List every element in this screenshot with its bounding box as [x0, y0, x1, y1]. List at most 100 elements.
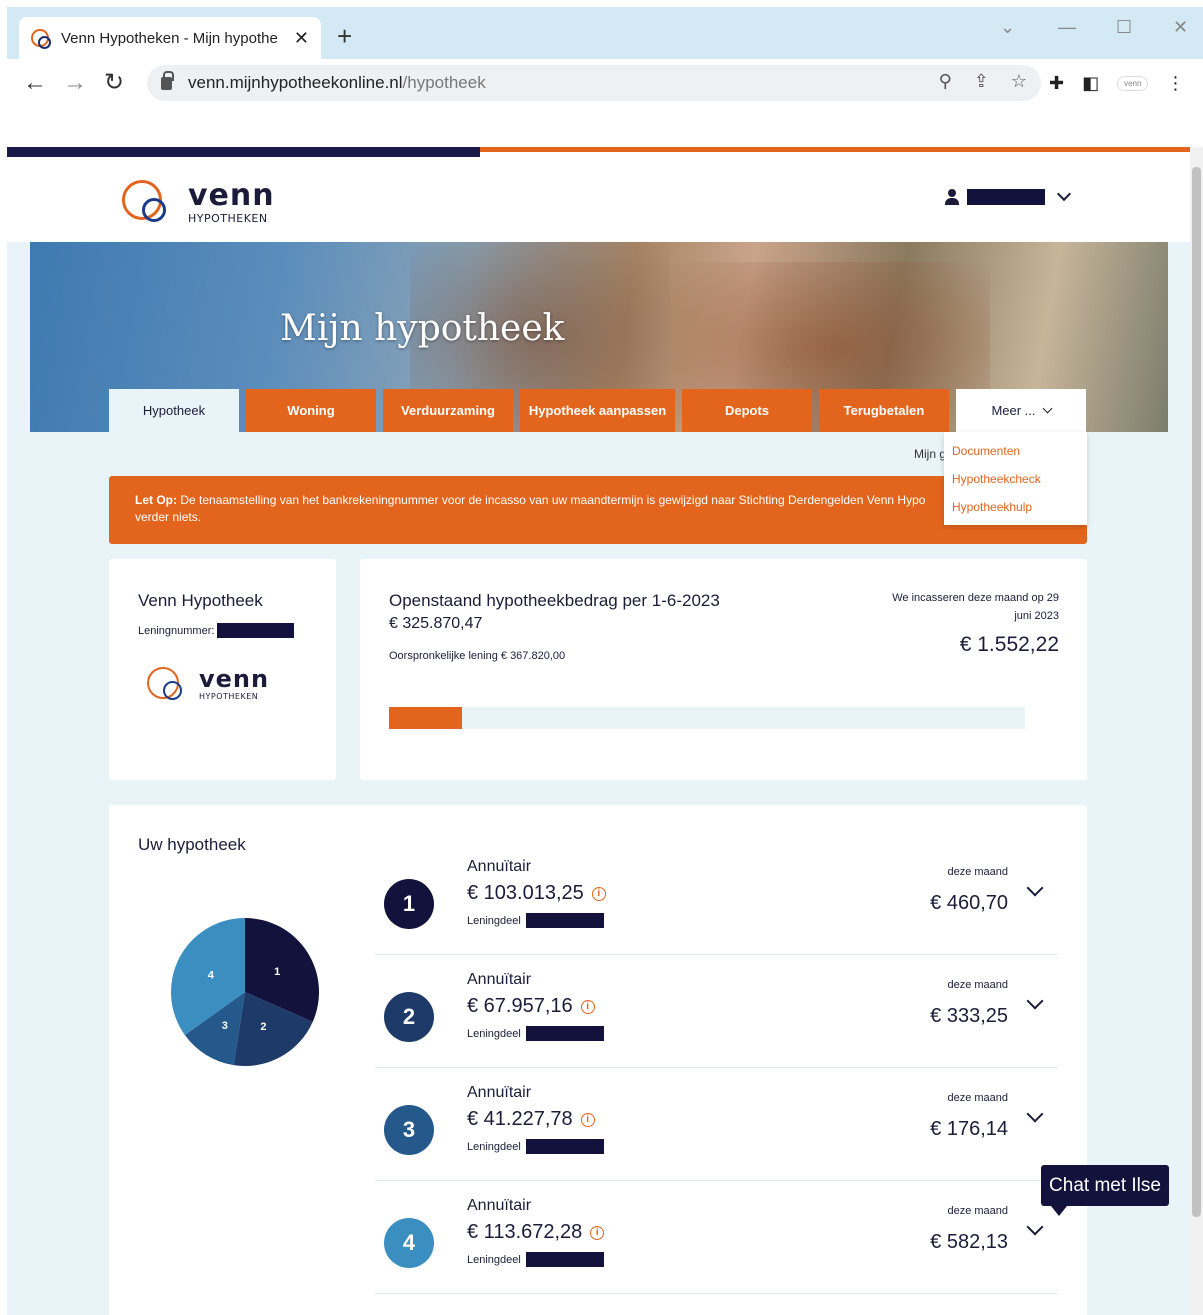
bookmark-star-icon[interactable]: ☆: [1011, 71, 1027, 92]
loan-part-type: Annuïtair: [467, 1084, 532, 1101]
chevron-down-icon[interactable]: [1026, 1218, 1044, 1236]
address-bar[interactable]: venn.mijnhypotheekonline.nl/hypotheek ⚲ …: [147, 65, 1041, 101]
month-label: deze maand: [947, 866, 1008, 878]
browser-menu-icon[interactable]: ⋮: [1166, 73, 1184, 94]
tab-hypotheek[interactable]: Hypotheek: [109, 389, 239, 432]
monthly-amount: € 1.552,22: [959, 633, 1059, 656]
share-icon[interactable]: ⇪: [974, 71, 989, 92]
loan-part-amount: € 103.013,25: [467, 882, 584, 904]
month-amount: € 460,70: [930, 892, 1008, 914]
info-icon[interactable]: i: [580, 999, 595, 1014]
loan-number-label: Leningnummer:: [138, 624, 215, 637]
logo-word: venn: [188, 177, 275, 213]
menu-item-documenten[interactable]: Documenten: [944, 444, 1087, 472]
lock-icon: [161, 70, 174, 90]
info-icon[interactable]: i: [591, 886, 606, 901]
loan-part-type: Annuïtair: [467, 1197, 532, 1214]
pie-label-3: 3: [222, 1020, 228, 1032]
tab-depots[interactable]: Depots: [682, 389, 812, 432]
repayment-progress-fill: [389, 707, 462, 729]
lender-card: Venn Hypotheek Leningnummer: venn HYPOTH…: [109, 559, 336, 780]
loan-part-number: 3: [384, 1105, 434, 1155]
breadcrumb[interactable]: Mijn g: [914, 447, 946, 461]
mortgage-card: Uw hypotheek 1 2 3 4 1 Annuïtair € 103.013,25…: [109, 805, 1087, 1315]
maximize-icon[interactable]: ☐: [1116, 17, 1132, 38]
tab-meer[interactable]: Meer ...: [956, 389, 1086, 432]
loan-part-type: Annuïtair: [467, 971, 532, 988]
user-menu[interactable]: [945, 186, 1072, 205]
main-nav: Hypotheek Woning Verduurzaming Hypotheek…: [109, 389, 1093, 432]
tab-woning[interactable]: Woning: [246, 389, 376, 432]
zoom-icon[interactable]: ⚲: [939, 71, 952, 92]
month-amount: € 333,25: [930, 1005, 1008, 1027]
minimize-icon[interactable]: —: [1058, 17, 1076, 38]
menu-item-hypotheekcheck[interactable]: Hypotheekcheck: [944, 472, 1087, 500]
chevron-down-icon[interactable]: [1026, 879, 1044, 897]
extensions-icon[interactable]: ✚: [1049, 73, 1064, 94]
new-tab-button[interactable]: +: [337, 23, 352, 49]
site-header: venn HYPOTHEKEN: [7, 157, 1190, 242]
loan-part-label-wrap: Leningdeel: [467, 913, 604, 928]
loan-part-type: Annuïtair: [467, 858, 532, 875]
chevron-down-icon[interactable]: [1026, 992, 1044, 1010]
reload-icon[interactable]: ↻: [104, 71, 124, 95]
loan-part-row[interactable]: 2 Annuïtair € 67.957,16 i Leningdeel deze maa…: [375, 955, 1058, 1068]
loan-part-row[interactable]: 3 Annuïtair € 41.227,78 i Leningdeel deze maa…: [375, 1068, 1058, 1181]
loan-parts-pie-chart: 1 2 3 4: [171, 918, 319, 1066]
chat-button[interactable]: Chat met Ilse: [1041, 1165, 1169, 1216]
loan-part-label-wrap: Leningdeel: [467, 1139, 604, 1154]
chevron-down-icon[interactable]: [1056, 186, 1072, 202]
user-name-redacted: [967, 189, 1045, 205]
user-icon: [945, 189, 959, 205]
tab-title: Venn Hypotheken - Mijn hypothe: [61, 29, 278, 47]
window-close-icon[interactable]: ✕: [1173, 17, 1188, 38]
page: venn HYPOTHEKEN Mijn hypotheek Hypotheek…: [7, 157, 1190, 1315]
loan-part-amount-wrap: € 113.672,28 i: [467, 1221, 605, 1244]
browser-tabstrip: Venn Hypotheken - Mijn hypothe ✕ + ⌄ — ☐…: [7, 7, 1203, 59]
back-icon[interactable]: ←: [23, 71, 47, 95]
loan-part-id-redacted: [525, 1139, 604, 1154]
loan-part-id-redacted: [525, 1026, 604, 1041]
pie-label-2: 2: [260, 1021, 266, 1033]
loan-part-number: 4: [384, 1218, 434, 1268]
close-tab-icon[interactable]: ✕: [294, 28, 309, 49]
chevron-down-icon: [1042, 403, 1052, 414]
url-path: /hypotheek: [402, 73, 486, 92]
scrollbar[interactable]: [1190, 147, 1203, 1315]
meer-dropdown: Documenten Hypotheekcheck Hypotheekhulp: [944, 432, 1087, 525]
loan-part-amount-wrap: € 103.013,25 i: [467, 882, 606, 905]
venn-logo[interactable]: venn HYPOTHEKEN: [122, 178, 275, 226]
pie-label-1: 1: [274, 966, 280, 978]
loan-part-amount-wrap: € 41.227,78 i: [467, 1108, 595, 1131]
collection-date-line-1: We incasseren deze maand op 29: [892, 592, 1059, 604]
loan-number-redacted: [217, 623, 295, 638]
lender-logo: venn HYPOTHEKEN: [147, 665, 269, 703]
tab-terugbetalen[interactable]: Terugbetalen: [819, 389, 949, 432]
pie-label-4: 4: [208, 969, 215, 981]
sidepanel-icon[interactable]: ◧: [1082, 73, 1099, 94]
loan-part-label: Leningdeel: [467, 1253, 521, 1266]
tab-verduurzaming[interactable]: Verduurzaming: [383, 389, 513, 432]
tab-hypotheek-aanpassen[interactable]: Hypotheek aanpassen: [520, 389, 675, 432]
info-icon[interactable]: i: [590, 1225, 605, 1240]
loan-part-amount: € 67.957,16: [467, 995, 573, 1017]
tab-search-icon[interactable]: ⌄: [1000, 17, 1015, 38]
chevron-down-icon[interactable]: [1026, 1105, 1044, 1123]
loan-part-label-wrap: Leningdeel: [467, 1026, 604, 1041]
month-label: deze maand: [947, 1092, 1008, 1104]
loan-part-label: Leningdeel: [467, 1140, 521, 1153]
forward-icon[interactable]: →: [63, 71, 87, 95]
month-amount: € 582,13: [930, 1231, 1008, 1253]
venn-extension-icon[interactable]: venn: [1117, 76, 1149, 91]
info-icon[interactable]: i: [580, 1112, 595, 1127]
mortgage-title: Uw hypotheek: [138, 835, 246, 854]
loan-part-row[interactable]: 4 Annuïtair € 113.672,28 i Leningdeel deze ma…: [375, 1181, 1058, 1294]
month-label: deze maand: [947, 979, 1008, 991]
collection-date: We incasseren deze maand op 29 juni 2023: [892, 589, 1059, 625]
loan-part-row[interactable]: 1 Annuïtair € 103.013,25 i Leningdeel deze ma…: [375, 842, 1058, 955]
notice-banner: Let Op: De tenaamstelling van het bankre…: [109, 476, 1087, 544]
loan-number: Leningnummer:: [138, 623, 295, 638]
loan-part-amount-wrap: € 67.957,16 i: [467, 995, 595, 1018]
browser-tab[interactable]: Venn Hypotheken - Mijn hypothe ✕: [19, 17, 321, 59]
menu-item-hypotheekhulp[interactable]: Hypotheekhulp: [944, 500, 1087, 528]
